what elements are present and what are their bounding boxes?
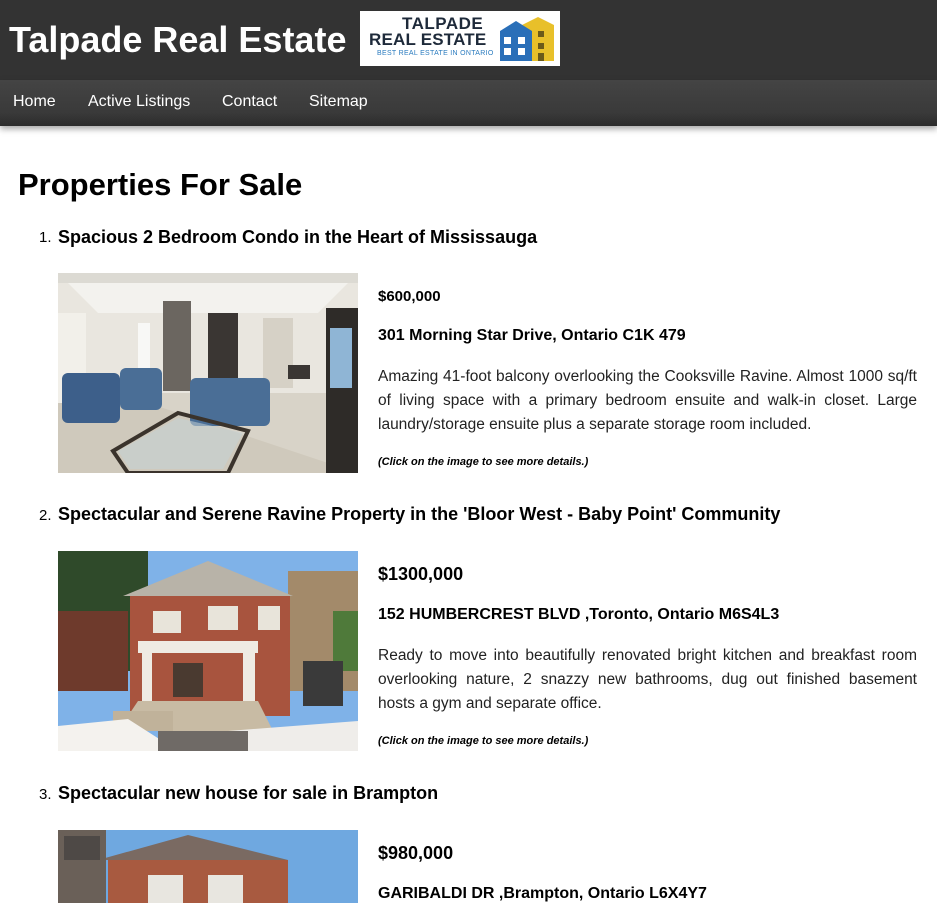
listing-description: Amazing 41-foot balcony overlooking the … xyxy=(378,368,917,433)
listing-title: Spacious 2 Bedroom Condo in the Heart of… xyxy=(58,227,538,247)
nav-sitemap[interactable]: Sitemap xyxy=(309,93,368,111)
site-logo[interactable]: TALPADE REAL ESTATE BEST REAL ESTATE IN … xyxy=(360,11,560,66)
listing-photo[interactable] xyxy=(58,273,358,473)
page-title: Properties For Sale xyxy=(18,167,303,202)
listing-price: $980,000 xyxy=(378,843,454,863)
listing-title: Spectacular and Serene Ravine Property i… xyxy=(58,504,781,524)
listing-photo[interactable] xyxy=(58,830,358,903)
nav-home[interactable]: Home xyxy=(13,93,56,111)
main-nav: Home Active Listings Contact Sitemap xyxy=(0,80,937,126)
site-header: Talpade Real Estate TALPADE REAL ESTATE … xyxy=(0,0,937,80)
listing-title: Spectacular new house for sale in Brampt… xyxy=(58,783,439,803)
nav-contact[interactable]: Contact xyxy=(222,93,277,111)
listing-click-note: (Click on the image to see more details.… xyxy=(378,735,589,747)
listing-description: Ready to move into beautifully renovated… xyxy=(378,647,917,712)
listing-click-note: (Click on the image to see more details.… xyxy=(378,456,589,468)
house-logo-icon xyxy=(500,17,554,61)
listing-address: 301 Morning Star Drive, Ontario C1K 479 xyxy=(378,327,686,344)
listing-number: 1. xyxy=(39,229,52,246)
listing-number: 2. xyxy=(39,507,52,524)
logo-tagline: BEST REAL ESTATE IN ONTARIO xyxy=(377,50,494,57)
listing-price: $1300,000 xyxy=(378,564,464,584)
listing-number: 3. xyxy=(39,786,52,803)
nav-active-listings[interactable]: Active Listings xyxy=(88,93,190,111)
site-title[interactable]: Talpade Real Estate xyxy=(9,20,346,60)
listing-price: $600,000 xyxy=(378,288,441,305)
listing-address: 152 HUMBERCREST BLVD ,Toronto, Ontario M… xyxy=(378,606,780,623)
listing-photo[interactable] xyxy=(58,551,358,751)
logo-line2: REAL ESTATE xyxy=(369,30,487,49)
listing-address: GARIBALDI DR ,Brampton, Ontario L6X4Y7 xyxy=(378,885,707,902)
